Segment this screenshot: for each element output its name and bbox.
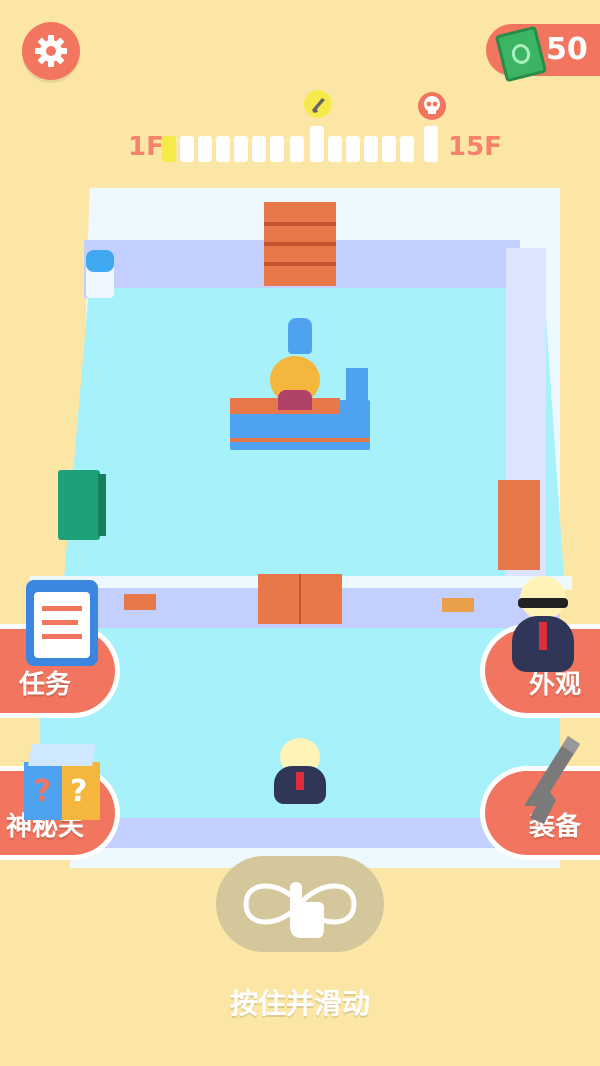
floor-segment: [252, 136, 266, 162]
office-chair: [288, 318, 312, 354]
game-board[interactable]: [30, 188, 572, 868]
pistol-marker-icon: [304, 90, 332, 118]
mystery-box-icon: ? ?: [24, 744, 100, 822]
hint-text: 按住并滑动: [229, 987, 370, 1020]
floor-segment: [270, 136, 284, 162]
agent-avatar-icon: [512, 576, 574, 676]
floor-segment: [198, 136, 212, 162]
money-value: 50: [546, 32, 588, 67]
clipboard-icon: [26, 580, 98, 666]
floor-segment-boss: [424, 126, 438, 162]
floor-segment: [364, 136, 378, 162]
drag-hint: [216, 856, 384, 952]
infinity-swipe-icon: [243, 882, 357, 938]
skull-marker-icon: [418, 92, 446, 120]
floor-segment: [180, 136, 194, 162]
settings-button[interactable]: [22, 22, 80, 80]
floor-segment: [234, 136, 248, 162]
gear-icon: [35, 35, 67, 67]
bench: [498, 480, 540, 570]
tasks-label: 任务: [18, 670, 71, 700]
floor-end-label: 15F: [448, 132, 502, 162]
floor-segment: [346, 136, 360, 162]
picture-frame: [124, 594, 156, 610]
floor-segment: [290, 136, 304, 162]
floor-segment: [216, 136, 230, 162]
pistol-icon: [506, 728, 586, 828]
floor-segment: [382, 136, 396, 162]
player-agent: [274, 738, 326, 804]
receptionist-npc: [270, 356, 320, 410]
floor-segment: [400, 136, 414, 162]
stacked-crates: [264, 202, 336, 286]
picture-frame: [442, 598, 474, 612]
desk-side: [346, 368, 368, 418]
water-cooler: [86, 250, 114, 298]
green-safe: [58, 470, 106, 540]
floor-segment: [328, 136, 342, 162]
cash-icon: [494, 25, 548, 83]
floor-start-label: 1F: [128, 132, 164, 162]
floor-segment-current: [162, 136, 176, 162]
floor-segment-weapon: [310, 126, 324, 162]
money-counter: 50: [486, 24, 600, 83]
door: [258, 574, 342, 624]
